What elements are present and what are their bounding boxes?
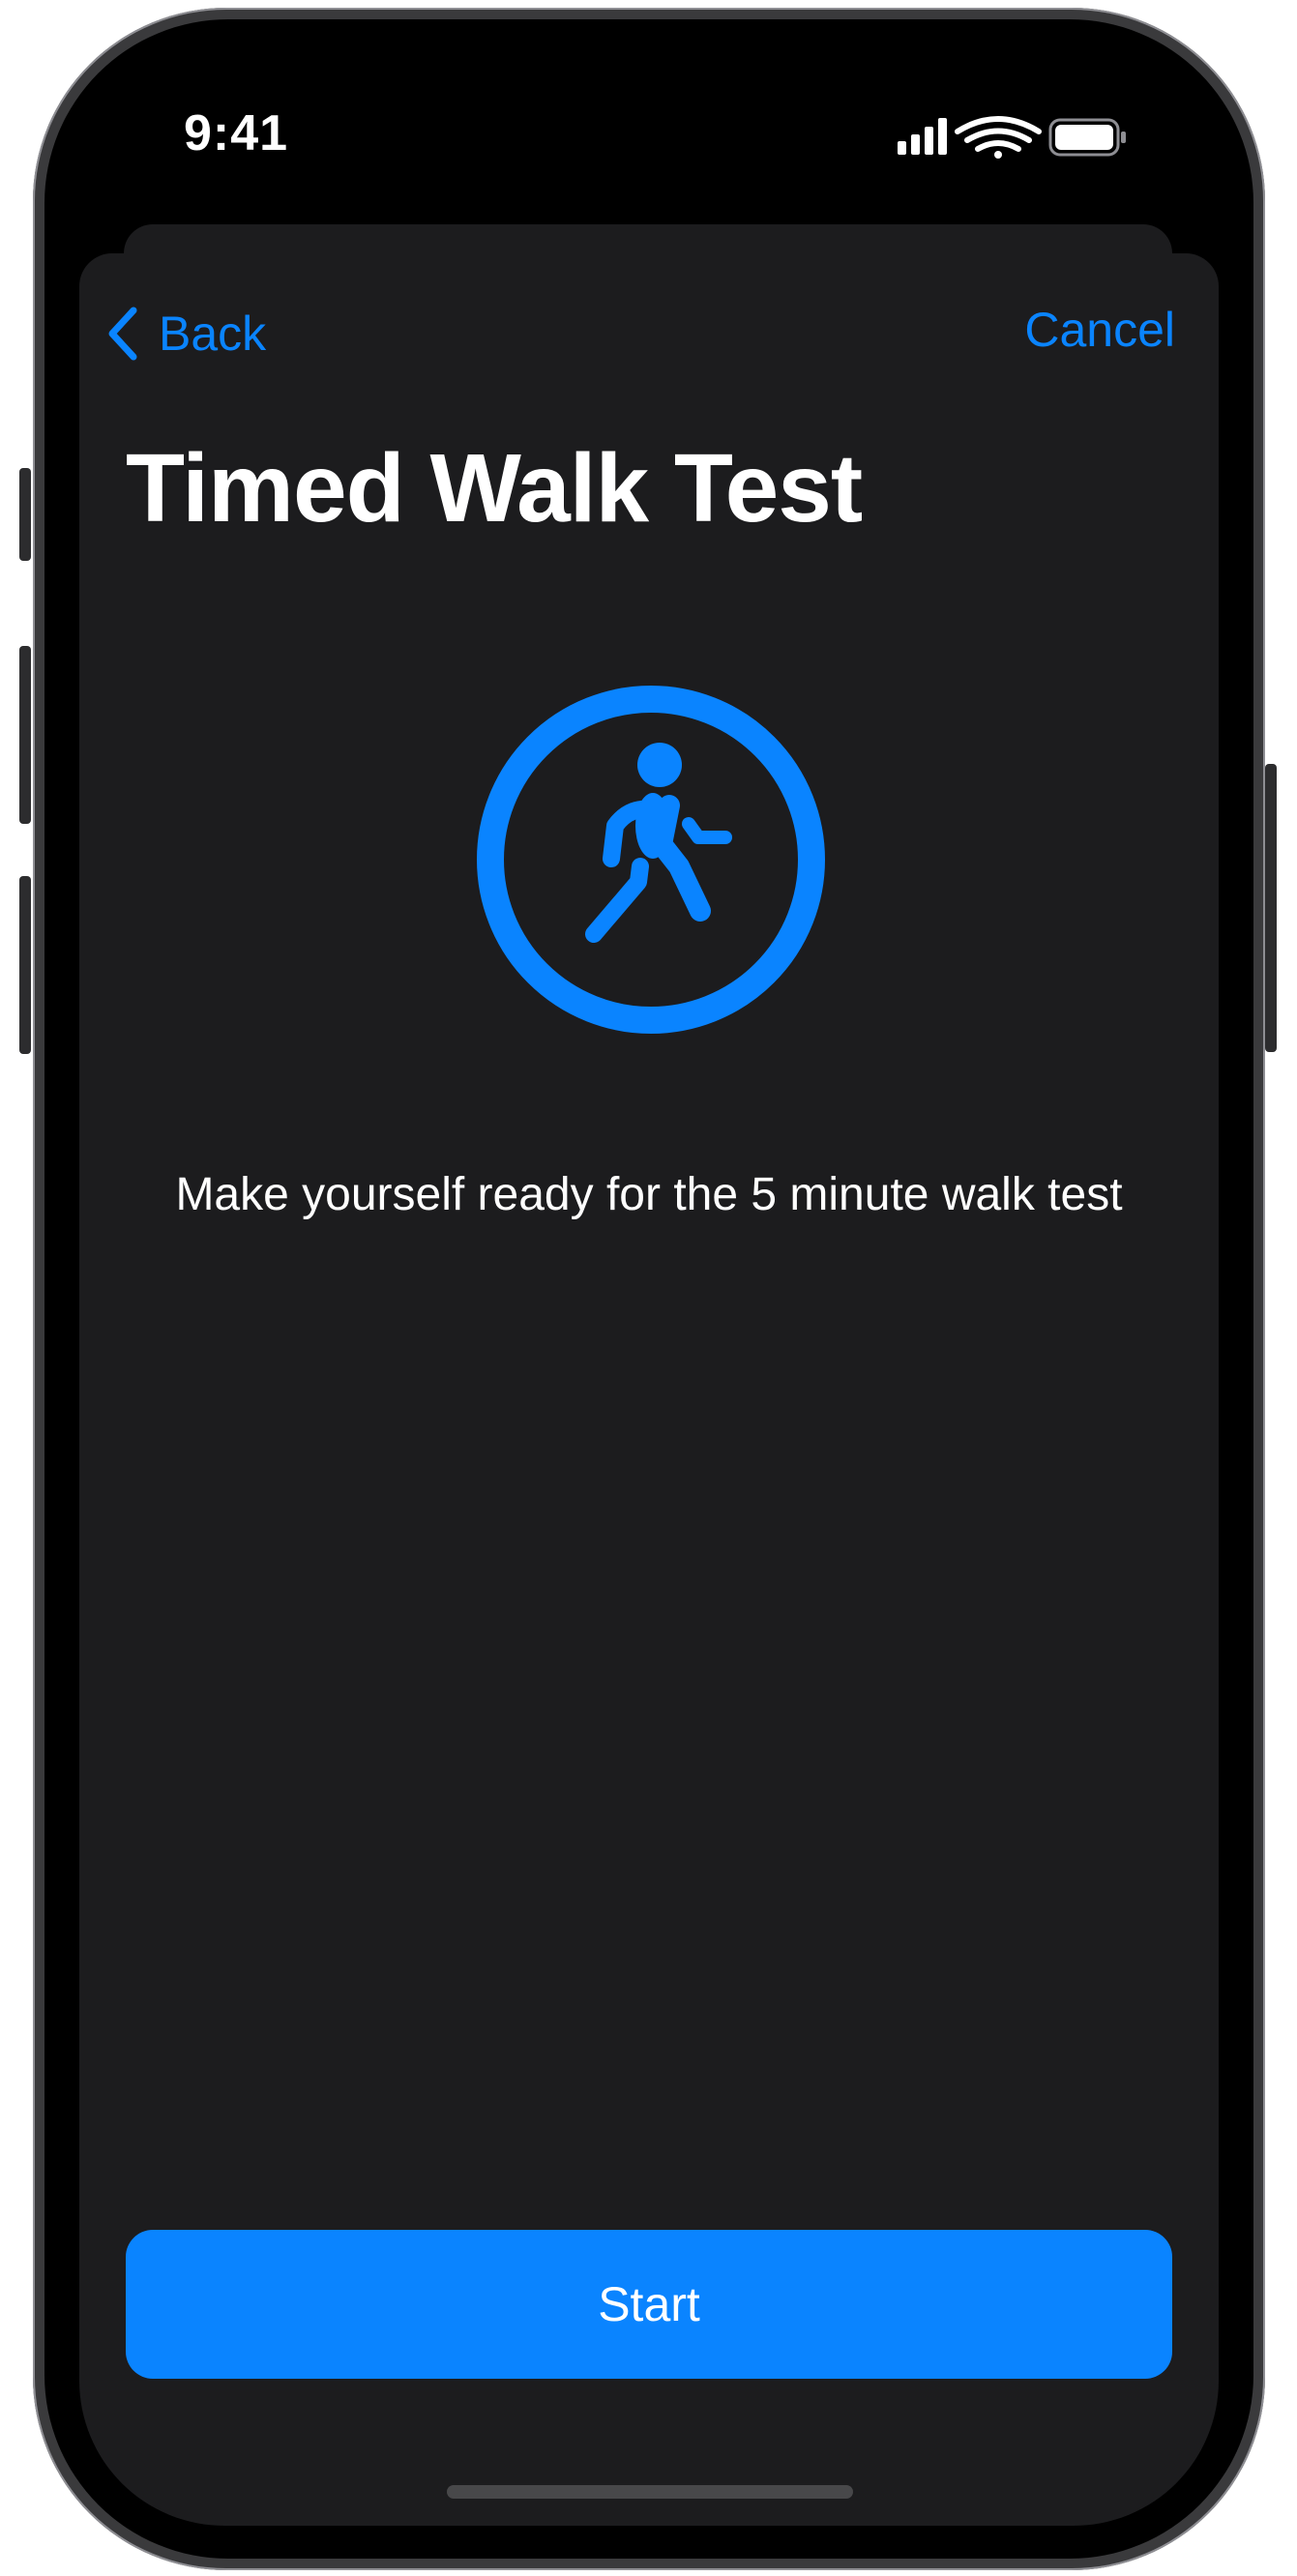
- battery-icon: [1048, 118, 1126, 157]
- volume-down-button: [19, 876, 31, 1054]
- back-button-label: Back: [159, 307, 267, 361]
- page-title: Timed Walk Test: [126, 434, 863, 542]
- wifi-icon: [955, 116, 1042, 152]
- start-button-label: Start: [598, 2277, 700, 2331]
- modal-sheet: [79, 253, 1219, 2526]
- wifi-dot: [994, 151, 1002, 159]
- cancel-button[interactable]: Cancel: [1024, 302, 1175, 358]
- power-button: [1265, 764, 1277, 1052]
- back-button[interactable]: Back: [103, 300, 266, 367]
- status-time: 9:41: [184, 105, 289, 161]
- start-button[interactable]: Start: [126, 2230, 1172, 2379]
- cellular-signal-icon: [898, 118, 947, 155]
- home-indicator[interactable]: [447, 2485, 853, 2499]
- chevron-left-icon: [108, 307, 137, 361]
- volume-up-button: [19, 646, 31, 824]
- status-icons: [898, 116, 1126, 159]
- instruction-text: Make yourself ready for the 5 minute wal…: [175, 1169, 1123, 1220]
- figure-walk-circle-icon: [477, 686, 825, 1034]
- mute-switch: [19, 468, 31, 561]
